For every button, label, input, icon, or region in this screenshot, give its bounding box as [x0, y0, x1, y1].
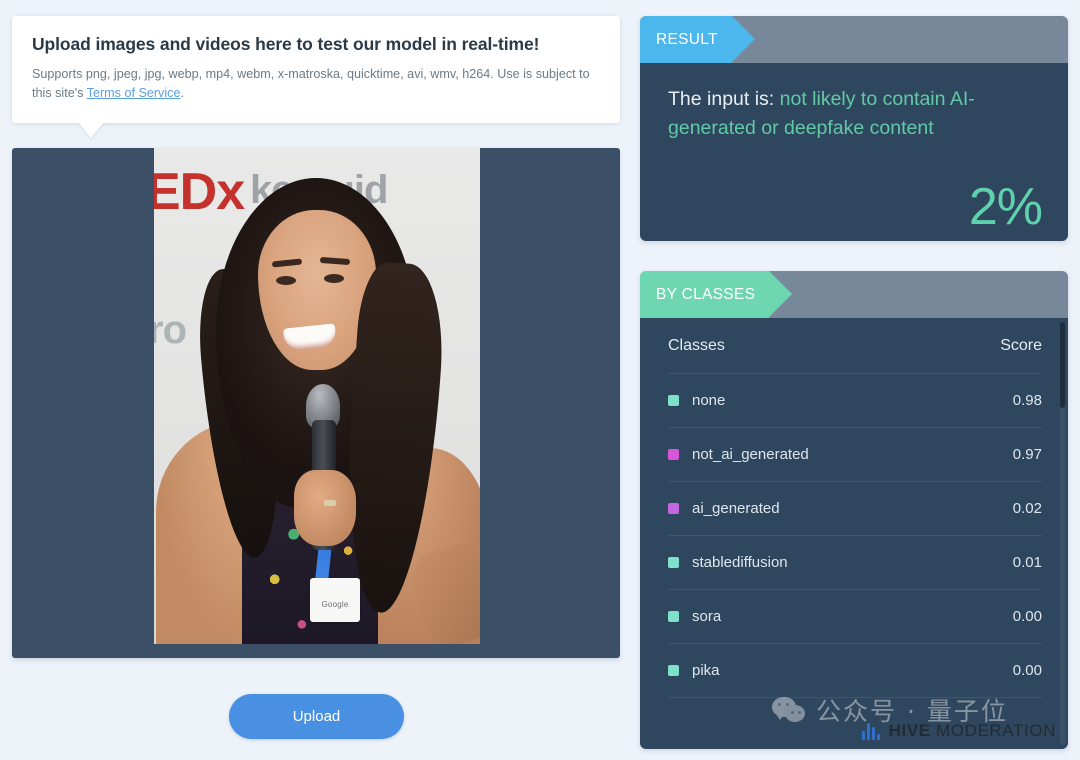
upload-tooltip-supports-text: Supports png, jpeg, jpg, webp, mp4, webm… [32, 65, 600, 102]
hive-moderation-logo: HIVE MODERATION [861, 721, 1056, 741]
column-header-classes: Classes [668, 336, 725, 354]
class-color-swatch-icon [668, 611, 679, 622]
upload-button[interactable]: Upload [229, 694, 404, 739]
result-percentage: 2% [968, 178, 1043, 236]
table-row: not_ai_generated 0.97 [668, 428, 1042, 482]
class-score: 0.02 [1012, 500, 1042, 517]
class-label: not_ai_generated [692, 446, 809, 463]
hive-brand-text: HIVE [888, 721, 931, 740]
class-score: 0.00 [1012, 662, 1042, 679]
preview-image: EDx kernuid ro Dx G .uk Google [154, 148, 480, 644]
class-color-swatch-icon [668, 503, 679, 514]
result-panel: RESULT The input is: not likely to conta… [640, 16, 1068, 241]
result-sentence-prefix: The input is: [668, 88, 780, 110]
class-color-swatch-icon [668, 557, 679, 568]
table-row: sora 0.00 [668, 590, 1042, 644]
classes-scrollbar-track[interactable] [1060, 322, 1065, 745]
subject-hand [294, 470, 356, 546]
result-panel-header: RESULT [640, 16, 1068, 63]
by-classes-tag-ribbon: BY CLASSES [640, 271, 793, 318]
backdrop-text-tertiary: ro [154, 308, 187, 352]
class-label: none [692, 392, 726, 409]
table-row: stablediffusion 0.01 [668, 536, 1042, 590]
class-label: sora [692, 608, 722, 625]
supports-text-period: . [180, 85, 184, 100]
result-tag-label: RESULT [656, 30, 718, 48]
result-tag-ribbon: RESULT [640, 16, 755, 63]
by-classes-panel: BY CLASSES Classes Score none 0.98 not_ai_… [640, 271, 1068, 749]
tooltip-pointer-arrow [78, 122, 104, 138]
class-score: 0.01 [1012, 554, 1042, 571]
table-row: pika 0.00 [668, 644, 1042, 698]
subject-left-eye [276, 276, 296, 285]
subject-conference-badge: Google [310, 578, 360, 622]
results-column: RESULT The input is: not likely to conta… [640, 16, 1068, 749]
media-preview-panel[interactable]: EDx kernuid ro Dx G .uk Google [12, 148, 620, 658]
class-label: ai_generated [692, 500, 780, 517]
classes-table: Classes Score none 0.98 not_ai_generated 0.… [640, 318, 1068, 698]
result-sentence: The input is: not likely to contain AI-g… [668, 85, 1044, 143]
hive-wordmark: HIVE MODERATION [889, 721, 1056, 741]
table-row: none 0.98 [668, 374, 1042, 428]
classes-table-header: Classes Score [668, 318, 1042, 374]
upload-column: Upload images and videos here to test ou… [12, 16, 620, 756]
column-header-score: Score [1000, 336, 1042, 354]
class-label: pika [692, 662, 720, 679]
classes-scrollbar-thumb[interactable] [1060, 322, 1065, 408]
terms-of-service-link[interactable]: Terms of Service [87, 86, 181, 100]
class-color-swatch-icon [668, 449, 679, 460]
table-row: ai_generated 0.02 [668, 482, 1042, 536]
class-score: 0.00 [1012, 608, 1042, 625]
by-classes-tag-label: BY CLASSES [656, 285, 756, 303]
class-color-swatch-icon [668, 665, 679, 676]
result-panel-body: The input is: not likely to contain AI-g… [640, 63, 1068, 241]
class-label: stablediffusion [692, 554, 788, 571]
badge-label: Google [321, 600, 349, 609]
backdrop-tedx-logo: EDx [154, 163, 245, 221]
subject-ring [324, 500, 336, 506]
class-color-swatch-icon [668, 395, 679, 406]
classes-panel-body[interactable]: Classes Score none 0.98 not_ai_generated 0.… [640, 318, 1068, 749]
subject-right-eye [324, 274, 344, 283]
class-score: 0.97 [1012, 446, 1042, 463]
classes-panel-header: BY CLASSES [640, 271, 1068, 318]
upload-instructions-tooltip: Upload images and videos here to test ou… [12, 16, 620, 123]
class-score: 0.98 [1012, 392, 1042, 409]
hive-bars-icon [861, 722, 880, 740]
upload-tooltip-title: Upload images and videos here to test ou… [32, 34, 540, 54]
hive-product-text: MODERATION [930, 721, 1056, 740]
classes-table-rows: none 0.98 not_ai_generated 0.97 ai_generated… [668, 374, 1042, 698]
